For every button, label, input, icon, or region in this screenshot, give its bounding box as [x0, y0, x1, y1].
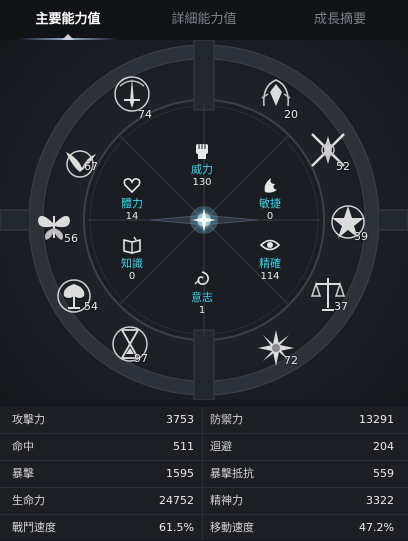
stat-label: 移動速度 — [210, 521, 254, 534]
outer-stat-value: 74 — [138, 108, 152, 121]
stat-value: 3322 — [366, 494, 394, 507]
stat-wheel: 74 20 67 52 56 39 54 37 97 72 威力 130 體力 … — [0, 40, 408, 400]
outer-stat-value: 37 — [334, 300, 348, 313]
tab-detailed-stats[interactable]: 詳細能力值 — [136, 0, 272, 40]
inner-stat-label: 知識 — [121, 257, 143, 270]
stat-value: 13291 — [359, 413, 394, 426]
tab-main-stats[interactable]: 主要能力值 — [0, 0, 136, 40]
outer-stat-value: 56 — [64, 232, 78, 245]
stat-value: 511 — [173, 440, 194, 453]
stat-label: 命中 — [12, 440, 34, 453]
inner-stat-value: 0 — [266, 211, 274, 222]
heart-icon — [123, 178, 141, 194]
inner-stat-label: 體力 — [121, 197, 143, 210]
fist-icon — [196, 144, 208, 159]
inner-stat-value: 0 — [128, 271, 136, 282]
table-row: 暴擊 1595 暴擊抵抗 559 — [0, 461, 408, 488]
inner-stat-value: 14 — [125, 211, 139, 222]
book-icon — [123, 236, 141, 254]
stat-value: 61.5% — [159, 521, 194, 534]
stats-table: 攻擊力 3753 防禦力 13291 命中 511 迴避 204 暴擊 1595… — [0, 407, 408, 540]
inner-stat-knowledge[interactable]: 知識 0 — [102, 234, 162, 283]
inner-stat-value: 130 — [192, 177, 212, 188]
stat-label: 暴擊 — [12, 467, 34, 480]
stat-label: 暴擊抵抗 — [210, 467, 254, 480]
inner-stat-value: 114 — [260, 271, 280, 282]
inner-stat-label: 威力 — [191, 163, 213, 176]
eye-icon — [259, 239, 281, 251]
stat-label: 迴避 — [210, 440, 232, 453]
stat-value: 47.2% — [359, 521, 394, 534]
stat-label: 攻擊力 — [12, 413, 45, 426]
outer-stat-value: 52 — [336, 160, 350, 173]
outer-stat-value: 39 — [354, 230, 368, 243]
inner-stat-vitality[interactable]: 體力 14 — [102, 174, 162, 223]
stat-label: 戰鬥速度 — [12, 521, 56, 534]
tab-growth-summary[interactable]: 成長摘要 — [272, 0, 408, 40]
outer-stat-value: 54 — [84, 300, 98, 313]
outer-stat-value: 67 — [84, 160, 98, 173]
tab-bar: 主要能力值 詳細能力值 成長摘要 — [0, 0, 408, 41]
inner-stat-value: 1 — [198, 305, 206, 316]
stat-label: 精神力 — [210, 494, 243, 507]
table-row: 戰鬥速度 61.5% 移動速度 47.2% — [0, 515, 408, 541]
stat-label: 防禦力 — [210, 413, 243, 426]
inner-stat-power[interactable]: 威力 130 — [172, 140, 232, 189]
outer-stat-value: 20 — [284, 108, 298, 121]
stat-value: 559 — [373, 467, 394, 480]
flame-icon — [264, 178, 277, 193]
inner-stat-label: 意志 — [191, 291, 213, 304]
inner-stat-will[interactable]: 意志 1 — [172, 268, 232, 317]
inner-stat-label: 敏捷 — [259, 197, 281, 210]
stat-value: 1595 — [166, 467, 194, 480]
inner-stat-precision[interactable]: 精確 114 — [240, 234, 300, 283]
outer-stat-value: 97 — [134, 352, 148, 365]
stat-value: 24752 — [159, 494, 194, 507]
stat-value: 204 — [373, 440, 394, 453]
table-row: 攻擊力 3753 防禦力 13291 — [0, 407, 408, 434]
stat-value: 3753 — [166, 413, 194, 426]
table-row: 生命力 24752 精神力 3322 — [0, 488, 408, 515]
inner-stat-agility[interactable]: 敏捷 0 — [240, 174, 300, 223]
outer-stat-value: 72 — [284, 354, 298, 367]
inner-stat-label: 精確 — [259, 257, 281, 270]
stat-label: 生命力 — [12, 494, 45, 507]
swirl-icon — [194, 271, 209, 285]
table-row: 命中 511 迴避 204 — [0, 434, 408, 461]
